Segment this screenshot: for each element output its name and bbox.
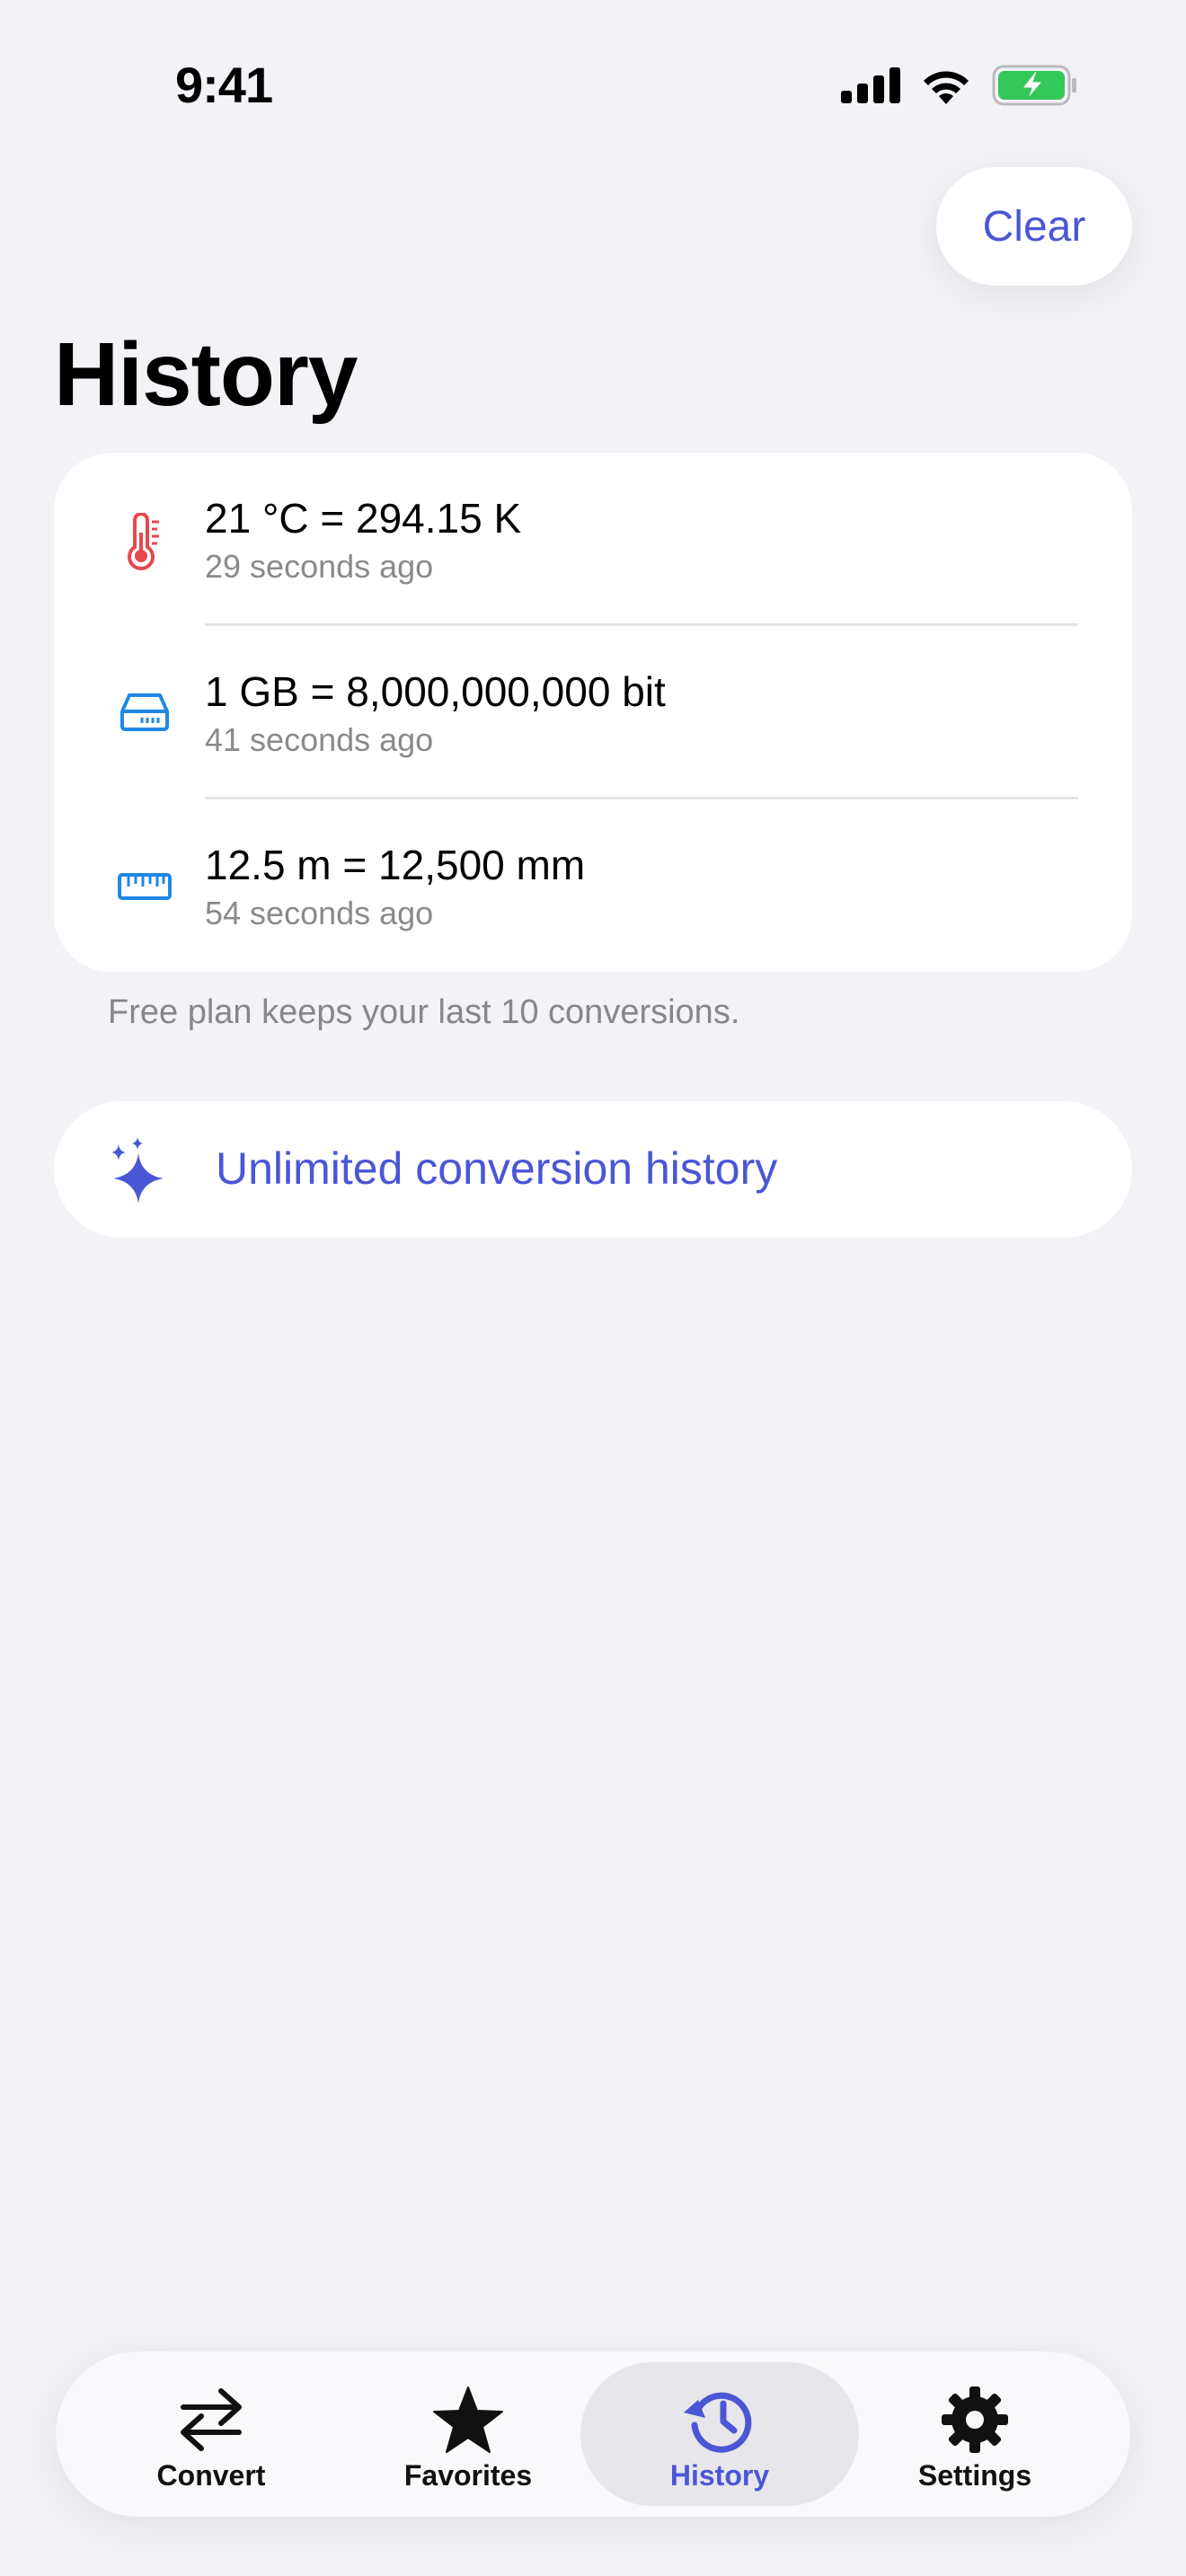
clear-button[interactable]: Clear bbox=[936, 167, 1132, 286]
battery-charging-icon bbox=[992, 65, 1078, 110]
timestamp-text: 41 seconds ago bbox=[205, 721, 434, 758]
tab-label: Settings bbox=[917, 2459, 1032, 2492]
cellular-signal-icon bbox=[841, 67, 900, 108]
tab-bar: Convert Favorites History Settings bbox=[56, 2351, 1130, 2517]
sparkles-icon bbox=[108, 1135, 180, 1207]
history-list: 21 °C = 294.15 K 29 seconds ago 1 GB = 8… bbox=[54, 453, 1132, 972]
status-time: 9:41 bbox=[175, 57, 273, 113]
tab-convert[interactable]: Convert bbox=[72, 2362, 350, 2506]
arrows-swap-icon bbox=[172, 2384, 251, 2456]
status-icons bbox=[841, 65, 1078, 110]
thermometer-icon bbox=[113, 510, 176, 573]
timestamp-text: 29 seconds ago bbox=[205, 548, 434, 585]
history-row[interactable]: 1 GB = 8,000,000,000 bit 41 seconds ago bbox=[54, 626, 1132, 798]
tab-history[interactable]: History bbox=[580, 2362, 859, 2506]
tab-settings[interactable]: Settings bbox=[836, 2362, 1114, 2506]
storage-drive-icon bbox=[113, 680, 176, 743]
history-row[interactable]: 12.5 m = 12,500 mm 54 seconds ago bbox=[54, 799, 1132, 972]
ruler-icon bbox=[113, 855, 176, 918]
clock-history-icon bbox=[680, 2384, 759, 2456]
timestamp-text: 54 seconds ago bbox=[205, 895, 434, 931]
history-row[interactable]: 21 °C = 294.15 K 29 seconds ago bbox=[54, 453, 1132, 625]
status-bar: 9:41 bbox=[0, 0, 1186, 171]
upsell-label: Unlimited conversion history bbox=[216, 1143, 778, 1194]
history-footnote: Free plan keeps your last 10 conversions… bbox=[108, 993, 740, 1031]
conversion-text: 21 °C = 294.15 K bbox=[205, 495, 522, 542]
unlimited-history-button[interactable]: Unlimited conversion history bbox=[54, 1101, 1132, 1238]
tab-favorites[interactable]: Favorites bbox=[329, 2362, 607, 2506]
tab-label: Favorites bbox=[403, 2459, 533, 2492]
conversion-text: 1 GB = 8,000,000,000 bit bbox=[205, 668, 666, 715]
wifi-icon bbox=[920, 66, 972, 109]
tab-label: History bbox=[669, 2459, 770, 2492]
gear-icon bbox=[935, 2384, 1014, 2456]
star-icon bbox=[429, 2384, 508, 2456]
conversion-text: 12.5 m = 12,500 mm bbox=[205, 842, 586, 888]
page-title: History bbox=[54, 324, 358, 425]
tab-label: Convert bbox=[156, 2459, 266, 2492]
